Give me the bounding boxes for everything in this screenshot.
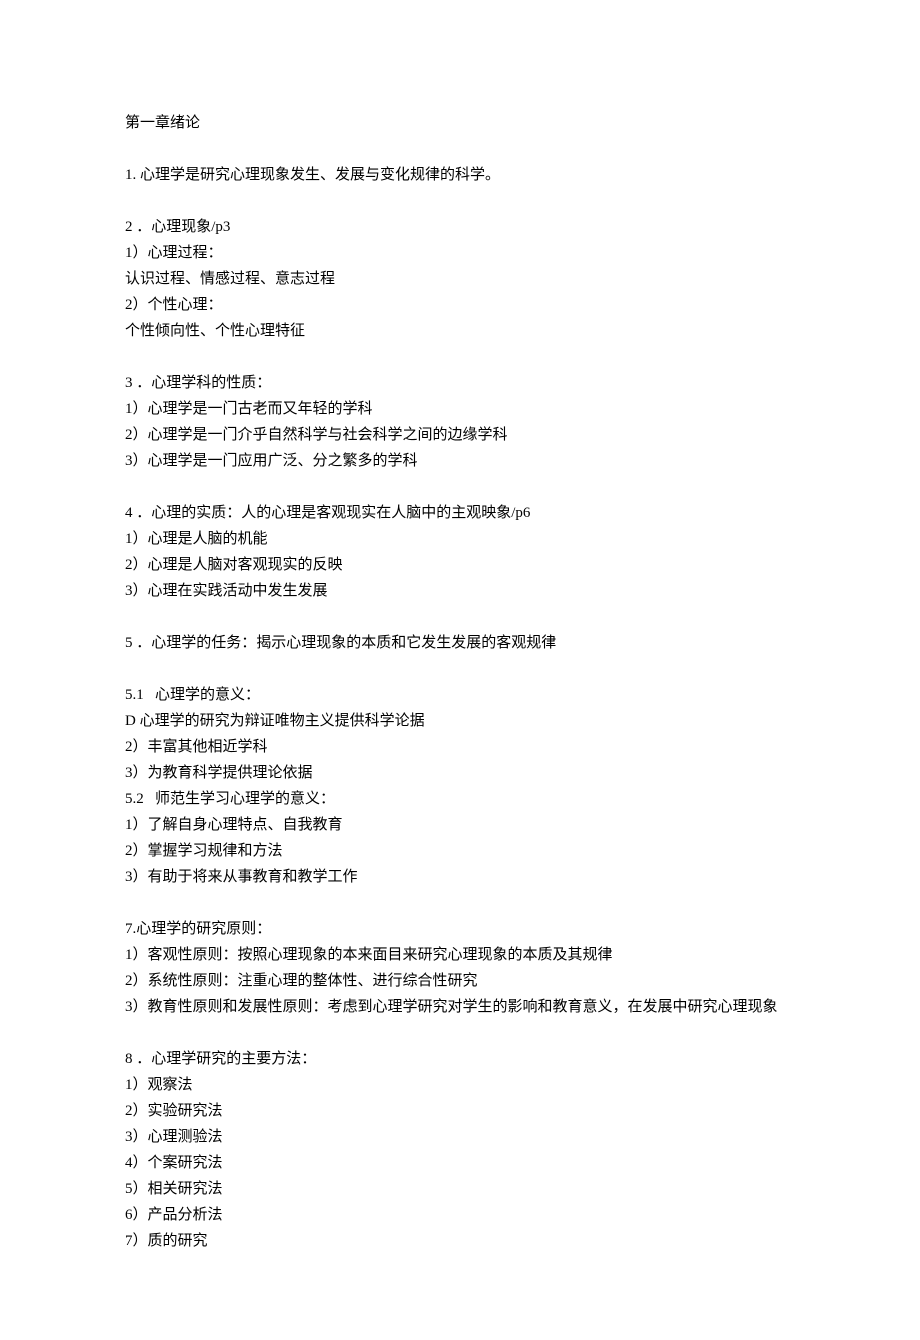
text-line: 1）心理是人脑的机能 bbox=[125, 526, 795, 552]
text-line: 5）相关研究法 bbox=[125, 1176, 795, 1202]
text-line: 2）实验研究法 bbox=[125, 1098, 795, 1124]
text-line: 2）掌握学习规律和方法 bbox=[125, 838, 795, 864]
text-line: 3 ．心理学科的性质： bbox=[125, 370, 795, 396]
text-line: 认识过程、情感过程、意志过程 bbox=[125, 266, 795, 292]
text-line: 2）个性心理： bbox=[125, 292, 795, 318]
text-line: 1）了解自身心理特点、自我教育 bbox=[125, 812, 795, 838]
text-line: 2）丰富其他相近学科 bbox=[125, 734, 795, 760]
section-5: 5 ．心理学的任务：揭示心理现象的本质和它发生发展的客观规律 bbox=[125, 630, 795, 656]
text-line: 7）质的研究 bbox=[125, 1228, 795, 1254]
text-line: 2）心理是人脑对客观现实的反映 bbox=[125, 552, 795, 578]
text-line: D 心理学的研究为辩证唯物主义提供科学论据 bbox=[125, 708, 795, 734]
section-2: 2 ．心理现象/p3 1）心理过程： 认识过程、情感过程、意志过程 2）个性心理… bbox=[125, 214, 795, 344]
text-line: 3）教育性原则和发展性原则：考虑到心理学研究对学生的影响和教育意义，在发展中研究… bbox=[125, 994, 795, 1020]
text-line: 1. 心理学是研究心理现象发生、发展与变化规律的科学。 bbox=[125, 162, 795, 188]
text-line: 3）心理学是一门应用广泛、分之繁多的学科 bbox=[125, 448, 795, 474]
text-line: 个性倾向性、个性心理特征 bbox=[125, 318, 795, 344]
text-line: 4）个案研究法 bbox=[125, 1150, 795, 1176]
chapter-title-block: 第一章绪论 bbox=[125, 110, 795, 136]
text-line: 3）有助于将来从事教育和教学工作 bbox=[125, 864, 795, 890]
text-line: 2 ．心理现象/p3 bbox=[125, 214, 795, 240]
text-line: 1）客观性原则：按照心理现象的本来面目来研究心理现象的本质及其规律 bbox=[125, 942, 795, 968]
section-7: 7.心理学的研究原则： 1）客观性原则：按照心理现象的本来面目来研究心理现象的本… bbox=[125, 916, 795, 1020]
section-1: 1. 心理学是研究心理现象发生、发展与变化规律的科学。 bbox=[125, 162, 795, 188]
text-line: 8 ．心理学研究的主要方法： bbox=[125, 1046, 795, 1072]
section-4: 4 ．心理的实质：人的心理是客观现实在人脑中的主观映象/p6 1）心理是人脑的机… bbox=[125, 500, 795, 604]
text-line: 1）观察法 bbox=[125, 1072, 795, 1098]
text-line: 2）心理学是一门介乎自然科学与社会科学之间的边缘学科 bbox=[125, 422, 795, 448]
text-line: 5.2 师范生学习心理学的意义： bbox=[125, 786, 795, 812]
text-line: 1）心理过程： bbox=[125, 240, 795, 266]
section-3: 3 ．心理学科的性质： 1）心理学是一门古老而又年轻的学科 2）心理学是一门介乎… bbox=[125, 370, 795, 474]
document-page: 第一章绪论 1. 心理学是研究心理现象发生、发展与变化规律的科学。 2 ．心理现… bbox=[0, 0, 920, 1340]
text-line: 1）心理学是一门古老而又年轻的学科 bbox=[125, 396, 795, 422]
text-line: 3）为教育科学提供理论依据 bbox=[125, 760, 795, 786]
text-line: 5 ．心理学的任务：揭示心理现象的本质和它发生发展的客观规律 bbox=[125, 630, 795, 656]
text-line: 4 ．心理的实质：人的心理是客观现实在人脑中的主观映象/p6 bbox=[125, 500, 795, 526]
text-line: 3）心理测验法 bbox=[125, 1124, 795, 1150]
text-line: 6）产品分析法 bbox=[125, 1202, 795, 1228]
text-line: 5.1 心理学的意义： bbox=[125, 682, 795, 708]
text-line: 3）心理在实践活动中发生发展 bbox=[125, 578, 795, 604]
chapter-title: 第一章绪论 bbox=[125, 110, 795, 136]
text-line: 2）系统性原则：注重心理的整体性、进行综合性研究 bbox=[125, 968, 795, 994]
section-8: 8 ．心理学研究的主要方法： 1）观察法 2）实验研究法 3）心理测验法 4）个… bbox=[125, 1046, 795, 1254]
text-line: 7.心理学的研究原则： bbox=[125, 916, 795, 942]
section-5-sub: 5.1 心理学的意义： D 心理学的研究为辩证唯物主义提供科学论据 2）丰富其他… bbox=[125, 682, 795, 890]
